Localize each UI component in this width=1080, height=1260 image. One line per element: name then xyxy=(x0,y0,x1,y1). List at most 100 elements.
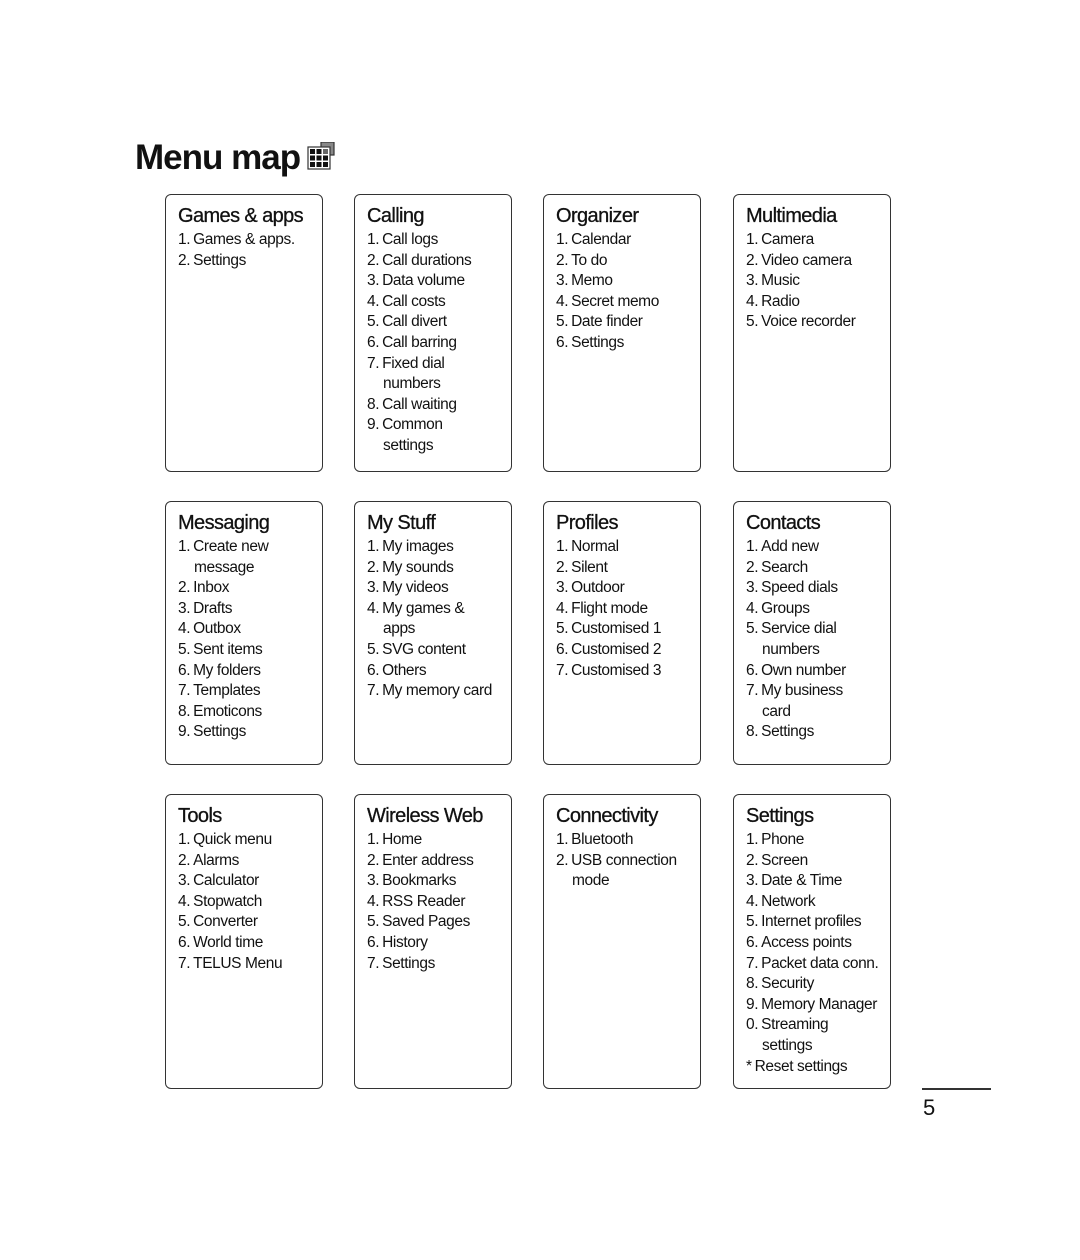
item-label: Streaming xyxy=(761,1016,829,1034)
menu-item: 5. Voice recorder xyxy=(746,312,886,333)
menu-title: Messaging xyxy=(178,512,270,534)
item-label: Drafts xyxy=(193,599,233,617)
menu-item: 9. Common xyxy=(367,415,507,436)
page: Menu map Games & apps 1. Games & apps. 2. Se… xyxy=(0,0,1080,1260)
menu-title: Organizer xyxy=(556,205,639,227)
item-number: 6. xyxy=(556,333,569,351)
item-number: 4. xyxy=(367,292,380,310)
item-label: Others xyxy=(382,661,427,679)
item-number: 1. xyxy=(367,538,380,555)
menu-item: 3. Drafts xyxy=(178,599,318,620)
item-number: 3. xyxy=(367,272,380,290)
item-number: 1. xyxy=(178,538,191,555)
menu-item: 4. Groups xyxy=(746,599,886,620)
item-label: Call barring xyxy=(382,333,457,351)
item-label: Reset settings xyxy=(754,1057,848,1075)
menu-item: 2. My sounds xyxy=(367,558,507,579)
item-label: Flight mode xyxy=(571,599,648,617)
item-number: 2. xyxy=(746,851,759,869)
item-label: Create new xyxy=(193,538,269,555)
item-label: Call waiting xyxy=(382,395,457,413)
menu-item: 3. Data volume xyxy=(367,271,507,292)
item-number: 2. xyxy=(367,251,380,269)
menu-item: 8. Emoticons xyxy=(178,702,318,723)
item-label: Internet profiles xyxy=(761,913,862,931)
item-number: 3. xyxy=(178,599,191,617)
item-label: Quick menu xyxy=(193,831,272,848)
menu-item: 2. Alarms xyxy=(178,851,318,872)
item-label: Security xyxy=(761,975,814,993)
item-label: USB connection xyxy=(571,851,677,869)
item-number: 1. xyxy=(178,231,191,248)
item-label: Outdoor xyxy=(571,579,625,597)
item-number: 0. xyxy=(746,1016,759,1034)
item-label: Network xyxy=(761,892,816,910)
item-number: 4. xyxy=(556,292,569,310)
menu-item: 4. Call costs xyxy=(367,292,507,313)
item-label: Date finder xyxy=(571,313,643,331)
menu-item: 3. Music xyxy=(746,271,886,292)
menu-item: 2. Inbox xyxy=(178,578,318,599)
menu-box: Tools 1. Quick menu 2. Alarms 3. Calculator 4. S… xyxy=(165,794,323,1089)
item-label: My business xyxy=(761,682,843,700)
item-number: 7. xyxy=(746,954,759,972)
item-label-continued: settings xyxy=(762,1036,813,1054)
item-number: 5. xyxy=(178,640,191,658)
item-label: Emoticons xyxy=(193,702,262,720)
item-number: 7. xyxy=(178,954,191,972)
menu-item: 1. Phone xyxy=(746,830,886,851)
menu-item: 5. Service dial xyxy=(746,619,886,640)
item-label: My sounds xyxy=(382,558,454,576)
item-number: 7. xyxy=(367,954,380,972)
menu-item: 7. Templates xyxy=(178,681,318,702)
menu-item: 1. Call logs xyxy=(367,230,507,251)
item-number: 3. xyxy=(367,872,380,890)
menu-item: 3. Memo xyxy=(556,271,696,292)
item-label: Alarms xyxy=(193,851,239,869)
menu-item: 6. My folders xyxy=(178,661,318,682)
menu-box: Contacts 1. Add new 2. Search 3. Speed dials 4.… xyxy=(733,501,891,765)
item-label: History xyxy=(382,933,428,951)
item-label: Common xyxy=(382,416,443,434)
item-number: 8. xyxy=(367,395,380,413)
menu-item: 2. Settings xyxy=(178,251,318,272)
item-number: 3. xyxy=(746,872,759,890)
item-label: Access points xyxy=(761,933,852,951)
item-label: Search xyxy=(761,558,808,576)
menu-item: 1. Camera xyxy=(746,230,886,251)
menu-item: 2. To do xyxy=(556,251,696,272)
menu-item: 3. Speed dials xyxy=(746,578,886,599)
menu-title: Settings xyxy=(746,805,814,827)
item-number: 4. xyxy=(178,620,191,638)
item-number: 6. xyxy=(556,640,569,658)
menu-grid-icon xyxy=(307,142,335,170)
menu-item: 2. Search xyxy=(746,558,886,579)
menu-title: Connectivity xyxy=(556,805,659,827)
item-label: Phone xyxy=(761,831,804,848)
item-number: 3. xyxy=(556,272,569,290)
menu-box: Settings 1. Phone 2. Screen 3. Date & Time 4. Ne… xyxy=(733,794,891,1089)
item-number: 2. xyxy=(556,251,569,269)
item-label-continued: message xyxy=(194,558,255,576)
item-label: Radio xyxy=(761,292,800,310)
item-number: 5. xyxy=(746,913,759,931)
menu-item: 1. Add new xyxy=(746,537,886,558)
menu-box: Profiles 1. Normal 2. Silent 3. Outdoor 4. Fligh… xyxy=(543,501,701,765)
menu-title: My Stuff xyxy=(367,512,436,534)
item-label: Home xyxy=(382,831,422,848)
menu-item: 6. World time xyxy=(178,933,318,954)
menu-item: 1. My images xyxy=(367,537,507,558)
menu-box: Calling 1. Call logs 2. Call durations 3. Data… xyxy=(354,194,512,472)
item-label: Settings xyxy=(382,954,435,972)
menu-item: 7. Packet data conn. xyxy=(746,954,886,975)
item-number: 5. xyxy=(746,620,759,638)
item-label: Date & Time xyxy=(761,872,843,890)
item-label: Call costs xyxy=(382,292,446,310)
item-number: 2. xyxy=(367,851,380,869)
item-number: 6. xyxy=(367,333,380,351)
menu-item: 6. Own number xyxy=(746,661,886,682)
item-label: Video camera xyxy=(761,251,852,269)
menu-item: 5. Converter xyxy=(178,912,318,933)
menu-box: Wireless Web 1. Home 2. Enter address 3. Bookm… xyxy=(354,794,512,1089)
item-number: 8. xyxy=(746,975,759,993)
